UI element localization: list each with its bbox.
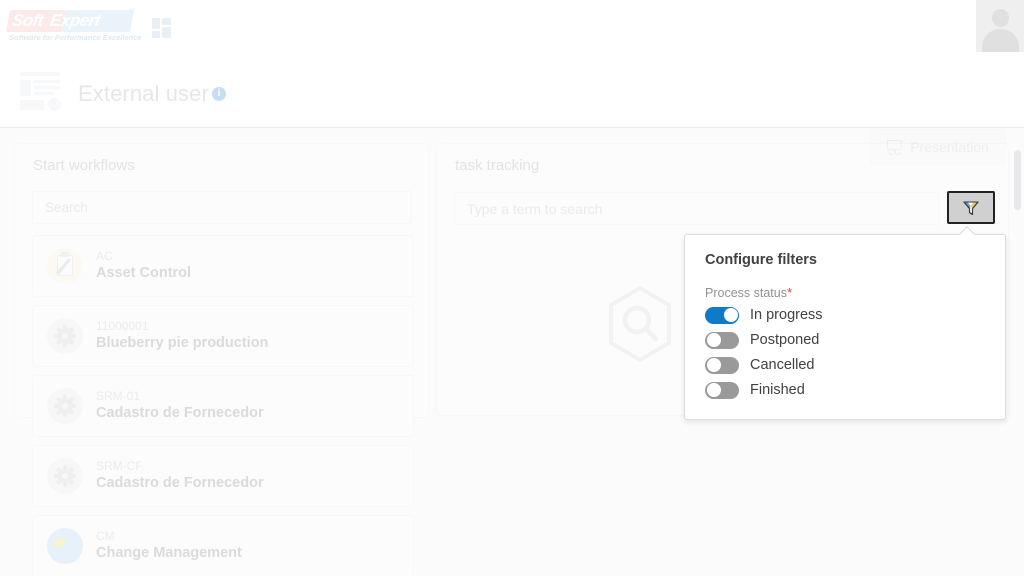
- avatar[interactable]: [976, 0, 1024, 52]
- gear-shape: [54, 325, 76, 347]
- filter-option-postponed[interactable]: Postponed: [705, 328, 819, 352]
- avatar-head: [992, 9, 1009, 27]
- filter-option-label: Cancelled: [750, 357, 815, 373]
- workflow-search-input[interactable]: Search: [32, 191, 412, 224]
- filter-option-label: Postponed: [750, 332, 820, 348]
- workflow-name: Asset Control: [96, 265, 192, 281]
- start-workflows-title: Start workflows: [33, 157, 135, 174]
- toggle-knob: [706, 383, 721, 397]
- page-icon-part: [20, 80, 31, 96]
- workflow-name: Change Management: [96, 545, 242, 561]
- workflow-card[interactable]: 11000001 Blueberry pie production: [32, 305, 414, 367]
- arrow-head: [53, 536, 68, 552]
- clipboard-clip: [61, 252, 69, 257]
- gear-hole: [62, 473, 68, 479]
- toggle-switch[interactable]: [705, 356, 739, 374]
- workflow-card[interactable]: SRM-01 Cadastro de Fornecedor: [32, 375, 414, 437]
- required-marker: *: [786, 285, 793, 300]
- workflow-code: CM: [96, 529, 115, 543]
- filter-option-label: In progress: [750, 307, 823, 323]
- workflow-card-text: 11000001 Blueberry pie production: [96, 319, 268, 353]
- arrow-icon: [47, 528, 83, 564]
- configure-filters-button[interactable]: [947, 191, 995, 224]
- popup-arrow: [959, 226, 975, 235]
- workflow-name: Blueberry pie production: [96, 335, 269, 351]
- page-icon-part: [34, 92, 54, 95]
- funnel-icon: [963, 200, 979, 215]
- toggle-knob: [706, 358, 721, 372]
- workflow-card[interactable]: SRM-CF Cadastro de Fornecedor: [32, 445, 414, 507]
- page-scrollbar-thumb[interactable]: [1014, 150, 1021, 210]
- workflow-card[interactable]: CM Change Management: [32, 515, 414, 576]
- page-title-bar: External user i Presentation: [0, 56, 1024, 165]
- page-icon-part: [34, 80, 60, 83]
- softexpert-logo[interactable]: Soft Expert ® Software for Performance Ex…: [4, 8, 142, 44]
- external-user-portal-page: Soft Expert ® Software for Performance Ex…: [0, 0, 1024, 576]
- workflow-code: SRM-CF: [96, 459, 143, 473]
- workflow-code: SRM-01: [96, 389, 141, 403]
- toggle-knob: [706, 333, 721, 347]
- clipboard-pencil-icon: ✓: [47, 248, 83, 284]
- workflow-name: Cadastro de Fornecedor: [96, 475, 264, 491]
- page-icon-part: [20, 72, 60, 76]
- gear-icon: [47, 388, 83, 424]
- toggle-switch[interactable]: [705, 381, 739, 399]
- gear-hole: [62, 333, 68, 339]
- workflow-card-text: AC Asset Control: [96, 249, 191, 283]
- logo-tagline: Software for Performance Excellence: [9, 33, 142, 42]
- grid-cell: [152, 18, 160, 29]
- gear-icon: [47, 458, 83, 494]
- page-icon-part: [48, 98, 61, 111]
- empty-state-placeholder: [604, 285, 676, 363]
- grid-cell: [162, 18, 171, 25]
- workflow-card-list: ✓ AC Asset Control: [32, 235, 414, 576]
- task-tracking-title: task tracking: [455, 157, 540, 174]
- grid-cell: [162, 27, 171, 38]
- filter-option-in-progress[interactable]: In progress: [705, 303, 823, 327]
- grid-cell: [152, 31, 160, 38]
- logo-word-soft: Soft: [10, 11, 45, 30]
- grid-icon[interactable]: [152, 18, 172, 38]
- logo-word-expert: Expert: [48, 11, 102, 30]
- gear-shape: [54, 395, 76, 417]
- workflow-card[interactable]: ✓ AC Asset Control: [32, 235, 414, 297]
- task-search-input[interactable]: Type a term to search: [454, 192, 939, 225]
- workflow-code: AC: [96, 249, 113, 263]
- workflow-card-text: SRM-01 Cadastro de Fornecedor: [96, 389, 264, 423]
- logo-registered-mark: ®: [130, 8, 136, 15]
- page-title: External user: [78, 81, 209, 106]
- logo-wordmark: Soft Expert: [4, 11, 138, 31]
- workflow-name: Cadastro de Fornecedor: [96, 405, 264, 421]
- hexagon-search-icon: [609, 286, 671, 362]
- portal-page-icon: [18, 70, 62, 114]
- filter-option-label: Finished: [750, 382, 805, 398]
- gear-icon: [47, 318, 83, 354]
- toggle-switch[interactable]: [705, 331, 739, 349]
- info-icon[interactable]: i: [212, 87, 226, 101]
- workflow-card-text: CM Change Management: [96, 529, 242, 563]
- filter-option-cancelled[interactable]: Cancelled: [705, 353, 815, 377]
- avatar-body: [982, 29, 1019, 52]
- workflow-card-text: SRM-CF Cadastro de Fornecedor: [96, 459, 264, 493]
- page-icon-part: [34, 86, 60, 89]
- top-bar: Soft Expert ® Software for Performance Ex…: [0, 0, 1024, 56]
- workflow-code: 11000001: [96, 319, 149, 333]
- configure-filters-popup: Configure filters Process status* In pro…: [684, 234, 1006, 420]
- start-workflows-panel: Start workflows Search ✓ AC Asset Contro…: [14, 143, 429, 576]
- popup-title: Configure filters: [705, 252, 817, 268]
- gear-hole: [62, 403, 68, 409]
- page-icon-part: [20, 100, 44, 110]
- gear-shape: [54, 465, 76, 487]
- process-status-label: Process status*: [705, 285, 792, 300]
- process-status-label-text: Process status: [705, 286, 787, 300]
- toggle-knob: [723, 308, 738, 322]
- toggle-switch[interactable]: [705, 306, 739, 324]
- filter-option-finished[interactable]: Finished: [705, 378, 805, 402]
